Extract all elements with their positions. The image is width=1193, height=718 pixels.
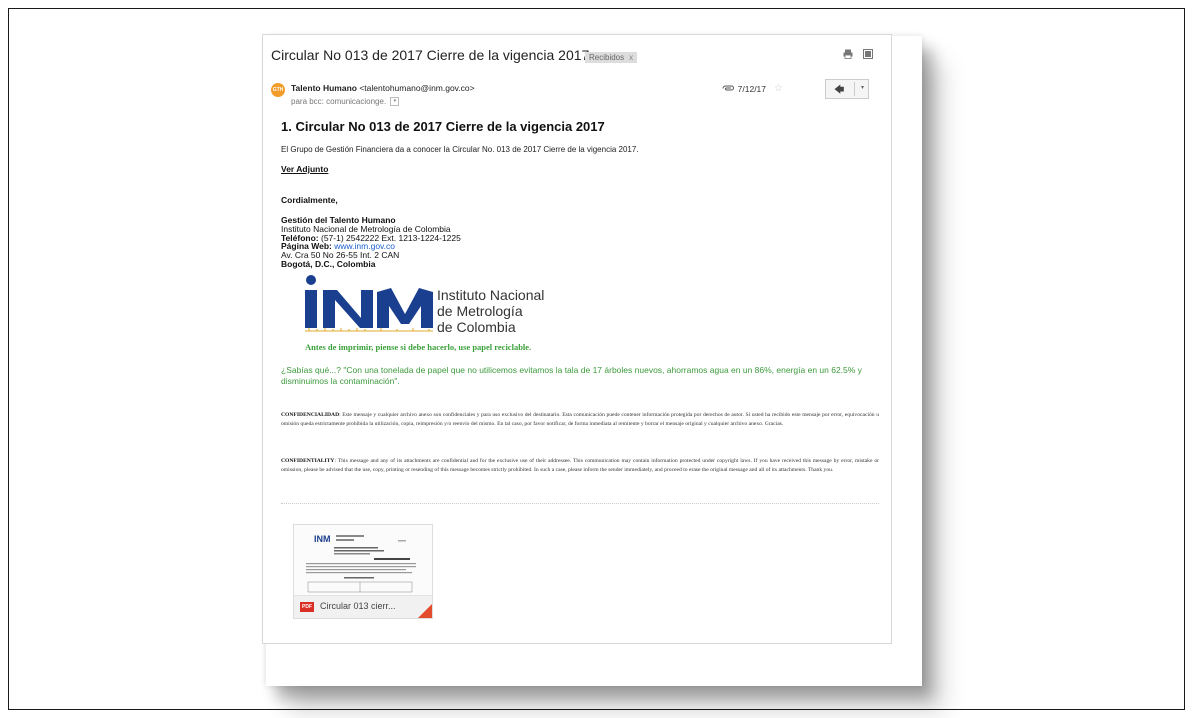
message-meta: 7/12/17 ☆ — [722, 83, 783, 94]
top-icons — [843, 49, 873, 59]
sender-line: Talento Humano <talentohumano@inm.gov.co… — [291, 83, 475, 93]
attachment-card[interactable]: INM PDF Circular 013 cierr... — [293, 524, 433, 619]
sender-row: GTH Talento Humano <talentohumano@inm.go… — [271, 79, 883, 111]
logo-line-2: de Metrología — [437, 303, 523, 319]
ver-adjunto-link[interactable]: Ver Adjunto — [281, 164, 328, 174]
attachment-thumbnail: INM — [294, 525, 432, 595]
details-dropdown-icon[interactable]: ▾ — [390, 97, 400, 107]
attachments-divider — [281, 503, 879, 504]
message-date: 7/12/17 — [737, 83, 767, 94]
sender-name[interactable]: Talento Humano — [291, 83, 357, 93]
confidencialidad-label: CONFIDENCIALIDAD — [281, 412, 340, 418]
reply-button[interactable]: 🡄 ▾ — [825, 79, 869, 99]
new-window-icon[interactable] — [863, 49, 873, 59]
sabias-que-text: ¿Sabías qué...? "Con una tonelada de pap… — [281, 365, 862, 386]
attachment-name[interactable]: Circular 013 cierr... — [320, 601, 396, 611]
sender-email: <talentohumano@inm.gov.co> — [359, 83, 475, 93]
attachment-corner-fold — [416, 604, 432, 618]
pdf-icon: PDF — [300, 602, 314, 612]
confidentiality-label: CONFIDENTIALITY — [281, 458, 335, 464]
more-options-icon[interactable]: ▾ — [861, 84, 864, 91]
logo-line-3: de Colombia — [437, 319, 516, 335]
reply-arrow-icon: 🡄 — [834, 85, 845, 96]
recipient-text: para bcc: comunicacionge. — [291, 97, 387, 106]
star-icon[interactable]: ☆ — [774, 83, 783, 94]
attachment-bar: PDF Circular 013 cierr... — [294, 595, 432, 618]
closing-text: Cordialmente, — [281, 195, 338, 205]
signature-city: Bogotá, D.C., Colombia — [281, 258, 376, 269]
email-subject: Circular No 013 de 2017 Cierre de la vig… — [271, 47, 590, 63]
confidentiality-block: CONFIDENTIALITY: This message and any of… — [281, 457, 879, 475]
label-remove-icon[interactable]: x — [629, 53, 633, 62]
print-icon[interactable] — [843, 49, 853, 59]
signature-block: Gestión del Talento Humano Instituto Nac… — [281, 216, 461, 269]
thumb-logo-text: INM — [314, 534, 331, 544]
sender-avatar: GTH — [271, 83, 285, 97]
inm-logo: Instituto Nacional de Metrología de Colo… — [305, 275, 544, 335]
subject-row: Circular No 013 de 2017 Cierre de la vig… — [263, 35, 891, 73]
message-headline: 1. Circular No 013 de 2017 Cierre de la … — [281, 119, 605, 134]
reply-separator — [854, 82, 855, 96]
confidentiality-text: : This message and any of its attachment… — [281, 458, 879, 474]
intro-text: El Grupo de Gestión Financiera da a cono… — [281, 145, 639, 154]
logo-line-1: Instituto Nacional — [437, 287, 544, 303]
email-card: Circular No 013 de 2017 Cierre de la vig… — [262, 34, 892, 644]
attachment-clip-icon — [722, 85, 734, 91]
eco-note: Antes de imprimir, piense si debe hacerl… — [305, 342, 532, 352]
inbox-label-chip[interactable]: Recibidos x — [585, 52, 638, 63]
recipient-line: para bcc: comunicacionge. ▾ — [291, 97, 400, 107]
confidencialidad-text: : Este mensaje y cualquier archivo anexo… — [281, 412, 879, 428]
label-text: Recibidos — [589, 53, 625, 62]
confidencialidad-block: CONFIDENCIALIDAD: Este mensaje y cualqui… — [281, 411, 879, 429]
